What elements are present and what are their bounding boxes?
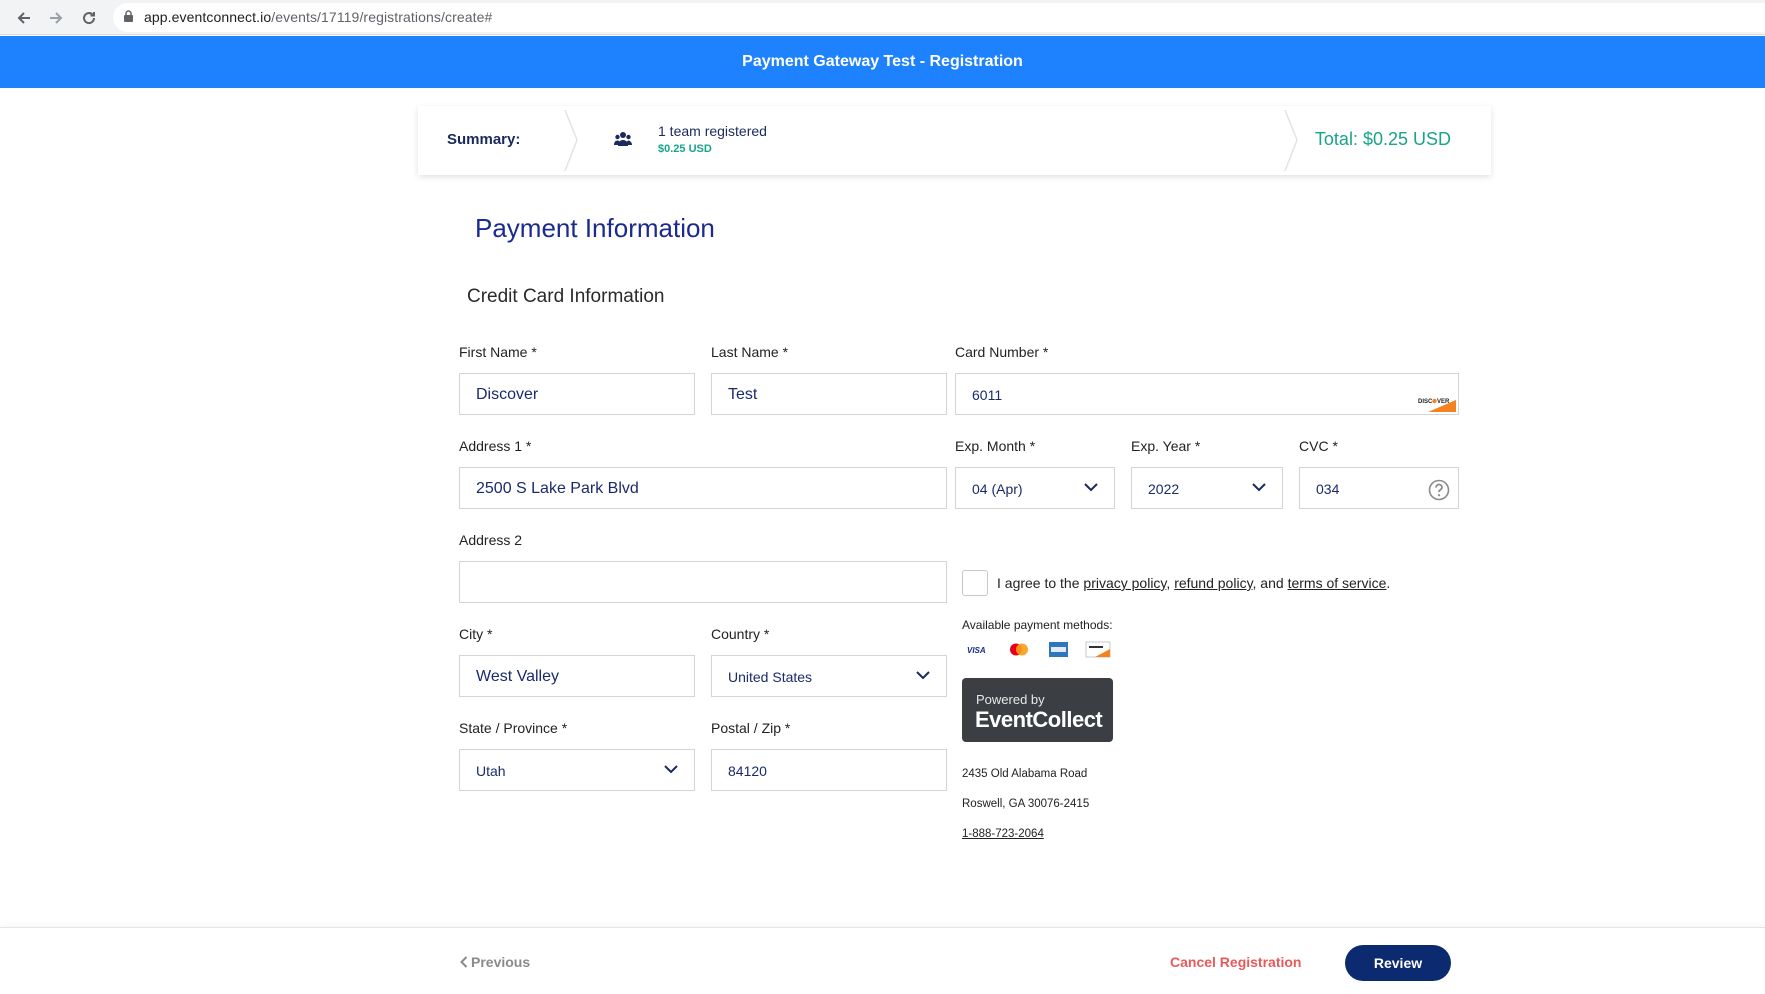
browser-toolbar: app.eventconnect.io/events/17119/registr… <box>0 0 1765 35</box>
summary-label: Summary: <box>447 131 521 148</box>
last-name-value: Test <box>728 386 758 403</box>
discover-card-icon: DISC VER <box>1418 398 1456 412</box>
address1-field[interactable]: 2500 S Lake Park Blvd <box>459 467 947 509</box>
postal-label: Postal / Zip * <box>711 720 791 736</box>
divider-chevron-icon <box>1284 110 1298 171</box>
powered-by-eventcollect-logo[interactable]: Powered by EventCollect <box>962 678 1113 742</box>
state-value: Utah <box>476 763 506 779</box>
cancel-registration-button[interactable]: Cancel Registration <box>1170 954 1301 970</box>
team-summary-title: 1 team registered <box>658 123 767 139</box>
back-arrow-icon[interactable] <box>13 7 35 29</box>
chevron-down-icon <box>664 765 678 774</box>
page-title: Payment Gateway Test - Registration <box>742 53 1023 70</box>
country-label: Country * <box>711 626 770 642</box>
summary-card: Summary: 1 team registered $0.25 USD Tot… <box>418 106 1491 175</box>
svg-text:DISC: DISC <box>1418 399 1433 405</box>
exp-year-value: 2022 <box>1148 481 1180 497</box>
address2-field[interactable] <box>459 561 947 603</box>
visa-icon: VISA <box>967 646 986 655</box>
previous-label: Previous <box>471 954 531 970</box>
payment-heading: Payment Information <box>475 213 715 243</box>
last-name-field[interactable]: Test <box>711 373 947 415</box>
city-field[interactable]: West Valley <box>459 655 695 697</box>
refund-policy-link[interactable]: refund policy <box>1174 575 1252 591</box>
forward-arrow-icon[interactable] <box>45 7 67 29</box>
reload-icon[interactable] <box>78 7 100 29</box>
agree-text: I agree to the privacy policy, refund po… <box>997 575 1391 591</box>
exp-month-select[interactable]: 04 (Apr) <box>955 467 1115 509</box>
help-icon[interactable] <box>1428 479 1450 501</box>
amex-icon <box>1049 642 1068 657</box>
cvc-label: CVC * <box>1299 438 1338 454</box>
privacy-policy-link[interactable]: privacy policy <box>1083 575 1166 591</box>
svg-text:VISA: VISA <box>967 646 986 655</box>
lock-icon <box>124 10 133 22</box>
country-value: United States <box>728 669 813 685</box>
eventcollect-wordmark: EventCollect <box>975 707 1103 732</box>
card-number-value: 6011 <box>972 387 1003 403</box>
state-select[interactable]: Utah <box>459 749 695 791</box>
terms-of-service-link[interactable]: terms of service <box>1288 575 1387 591</box>
chevron-down-icon <box>1252 483 1266 492</box>
mastercard-icon <box>1010 643 1028 656</box>
company-address-line2: Roswell, GA 30076-2415 <box>962 798 1090 810</box>
address1-label: Address 1 * <box>459 438 532 454</box>
exp-year-label: Exp. Year * <box>1131 438 1201 454</box>
exp-month-value: 04 (Apr) <box>972 481 1023 497</box>
chevron-down-icon <box>916 671 930 680</box>
team-summary-price: $0.25 USD <box>658 143 712 155</box>
app-header: Payment Gateway Test - Registration <box>0 36 1765 88</box>
last-name-label: Last Name * <box>711 344 789 360</box>
agree-checkbox[interactable] <box>962 570 988 596</box>
review-button[interactable]: Review <box>1345 945 1451 981</box>
country-select[interactable]: United States <box>711 655 947 697</box>
divider-chevron-icon <box>564 110 578 171</box>
credit-card-subheading: Credit Card Information <box>467 286 665 307</box>
cvc-value: 034 <box>1316 481 1340 497</box>
first-name-value: Discover <box>476 386 539 403</box>
address2-label: Address 2 <box>459 532 523 548</box>
discover-icon <box>1085 641 1111 658</box>
chevron-down-icon <box>1084 483 1098 492</box>
address1-value: 2500 S Lake Park Blvd <box>476 480 639 497</box>
state-label: State / Province * <box>459 720 568 736</box>
chevron-left-icon <box>460 956 468 968</box>
cvc-field[interactable]: 034 <box>1299 467 1459 509</box>
url-text[interactable]: app.eventconnect.io/events/17119/registr… <box>144 9 492 25</box>
postal-value: 84120 <box>728 763 767 779</box>
city-value: West Valley <box>476 668 559 685</box>
card-number-field[interactable]: 6011 DISC VER <box>955 373 1459 415</box>
company-address-line1: 2435 Old Alabama Road <box>962 768 1088 780</box>
first-name-label: First Name * <box>459 344 537 360</box>
svg-text:VER: VER <box>1437 399 1450 405</box>
summary-total: Total: $0.25 USD <box>1314 129 1451 149</box>
exp-month-label: Exp. Month * <box>955 438 1036 454</box>
first-name-field[interactable]: Discover <box>459 373 695 415</box>
card-number-label: Card Number * <box>955 344 1049 360</box>
footer-bar: Previous Cancel Registration Review <box>0 927 1765 994</box>
city-label: City * <box>459 626 493 642</box>
exp-year-select[interactable]: 2022 <box>1131 467 1283 509</box>
payment-methods-label: Available payment methods: <box>962 618 1113 632</box>
previous-button[interactable]: Previous <box>460 954 530 970</box>
powered-by-text: Powered by <box>976 692 1045 707</box>
postal-field[interactable]: 84120 <box>711 749 947 791</box>
company-phone-link[interactable]: 1-888-723-2064 <box>962 828 1044 840</box>
team-icon <box>614 132 632 146</box>
